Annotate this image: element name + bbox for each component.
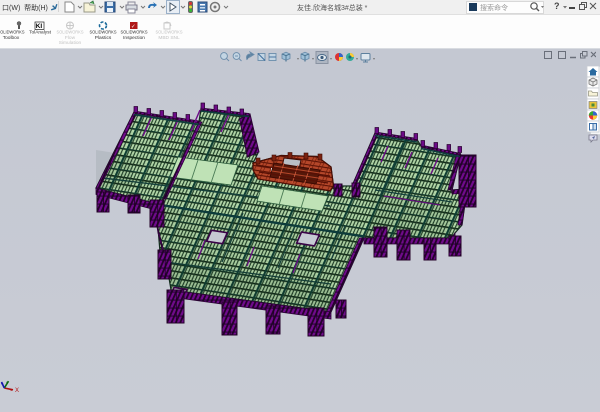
- svg-text:X: X: [15, 388, 19, 394]
